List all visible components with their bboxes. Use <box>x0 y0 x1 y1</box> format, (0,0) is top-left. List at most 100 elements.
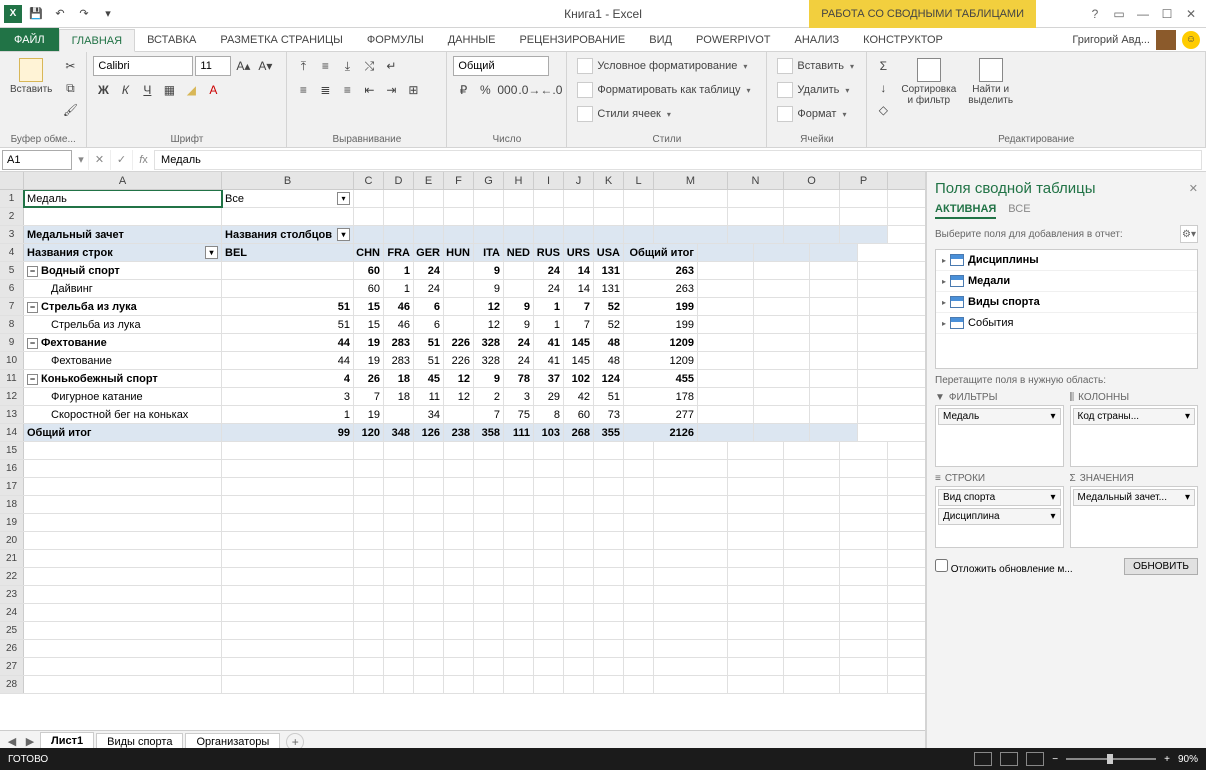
cell[interactable] <box>840 460 888 477</box>
cell[interactable] <box>414 604 444 621</box>
cell[interactable] <box>222 478 354 495</box>
cell[interactable] <box>840 568 888 585</box>
cell[interactable] <box>840 226 888 243</box>
cell[interactable] <box>414 640 444 657</box>
cell[interactable] <box>534 532 564 549</box>
cell[interactable] <box>222 514 354 531</box>
cell[interactable]: 24 <box>414 262 444 279</box>
cell[interactable] <box>594 676 624 693</box>
cell[interactable]: 1209 <box>624 352 698 369</box>
cell[interactable] <box>564 442 594 459</box>
dz-item[interactable]: Вид спорта▾ <box>938 489 1061 506</box>
row-header[interactable]: 15 <box>0 442 24 459</box>
pivot-row-item[interactable]: Фехтование <box>24 352 222 369</box>
cell[interactable]: USA <box>594 244 624 261</box>
cell[interactable]: 355 <box>594 424 624 441</box>
cell[interactable]: 263 <box>624 280 698 297</box>
cell[interactable] <box>534 514 564 531</box>
cell[interactable] <box>654 478 728 495</box>
cell[interactable] <box>564 532 594 549</box>
cell[interactable] <box>728 460 784 477</box>
cell[interactable] <box>840 622 888 639</box>
tab-review[interactable]: РЕЦЕНЗИРОВАНИЕ <box>507 28 637 51</box>
cell[interactable] <box>474 532 504 549</box>
cell[interactable]: 52 <box>594 316 624 333</box>
cell[interactable] <box>474 676 504 693</box>
cell[interactable]: 12 <box>474 298 504 315</box>
cell[interactable]: 60 <box>354 262 384 279</box>
cell[interactable]: URS <box>564 244 594 261</box>
comma-icon[interactable]: 000 <box>497 80 517 100</box>
cell[interactable] <box>414 190 444 207</box>
cell[interactable] <box>414 478 444 495</box>
cell[interactable] <box>24 514 222 531</box>
align-left-icon[interactable]: ≡ <box>293 80 313 100</box>
tab-data[interactable]: ДАННЫЕ <box>436 28 508 51</box>
cell[interactable] <box>534 622 564 639</box>
cell[interactable] <box>354 442 384 459</box>
cell[interactable] <box>784 226 840 243</box>
cell[interactable] <box>534 586 564 603</box>
cell[interactable] <box>24 442 222 459</box>
orientation-icon[interactable]: ⤭ <box>359 56 379 76</box>
increase-font-icon[interactable]: A▴ <box>233 56 253 76</box>
sheet-nav-next-icon[interactable]: ▶ <box>22 735 38 748</box>
cell[interactable] <box>624 460 654 477</box>
pivot-row-item[interactable]: Скоростной бег на коньках <box>24 406 222 423</box>
cell[interactable] <box>414 442 444 459</box>
filter-dropdown-icon[interactable]: ▾ <box>337 192 350 205</box>
cell[interactable] <box>24 460 222 477</box>
cell[interactable] <box>784 478 840 495</box>
cell[interactable] <box>414 586 444 603</box>
cell[interactable] <box>354 658 384 675</box>
cell[interactable]: 199 <box>624 298 698 315</box>
cell[interactable] <box>24 622 222 639</box>
row-header[interactable]: 4 <box>0 244 24 261</box>
conditional-formatting-button[interactable]: Условное форматирование▾ <box>573 56 751 76</box>
cell[interactable]: 3 <box>504 388 534 405</box>
dz-item[interactable]: Медальный зачет...▾ <box>1073 489 1196 506</box>
zoom-out-icon[interactable]: − <box>1052 754 1058 765</box>
cell[interactable] <box>354 190 384 207</box>
cell[interactable]: RUS <box>534 244 564 261</box>
cell[interactable] <box>840 478 888 495</box>
cell[interactable] <box>504 640 534 657</box>
pivot-row-item[interactable]: Дайвинг <box>24 280 222 297</box>
font-name-combo[interactable]: Calibri <box>93 56 193 76</box>
formula-input[interactable]: Медаль <box>154 150 1202 170</box>
cell[interactable] <box>504 604 534 621</box>
select-all-corner[interactable] <box>0 172 24 189</box>
cell[interactable] <box>384 496 414 513</box>
cell[interactable] <box>222 622 354 639</box>
cell[interactable]: ITA <box>474 244 504 261</box>
cell[interactable]: 131 <box>594 280 624 297</box>
align-right-icon[interactable]: ≡ <box>337 80 357 100</box>
cell[interactable] <box>222 460 354 477</box>
cell[interactable] <box>698 262 754 279</box>
cell[interactable] <box>594 532 624 549</box>
cell[interactable] <box>444 604 474 621</box>
cell[interactable] <box>594 442 624 459</box>
cell[interactable] <box>24 676 222 693</box>
pivot-row-item[interactable]: Стрельба из лука <box>24 316 222 333</box>
underline-button[interactable]: Ч <box>137 80 157 100</box>
cell[interactable] <box>784 460 840 477</box>
cell[interactable] <box>534 658 564 675</box>
normal-view-icon[interactable] <box>974 752 992 766</box>
cell[interactable] <box>24 478 222 495</box>
cell[interactable]: BEL <box>222 244 354 261</box>
border-icon[interactable]: ▦ <box>159 80 179 100</box>
cell[interactable] <box>784 514 840 531</box>
cell[interactable]: 24 <box>534 262 564 279</box>
cell[interactable] <box>784 532 840 549</box>
cell[interactable] <box>728 622 784 639</box>
cell[interactable] <box>384 622 414 639</box>
bold-button[interactable]: Ж <box>93 80 113 100</box>
cell[interactable] <box>24 586 222 603</box>
cell[interactable] <box>594 586 624 603</box>
row-header[interactable]: 21 <box>0 550 24 567</box>
cell[interactable] <box>754 244 810 261</box>
tab-formulas[interactable]: ФОРМУЛЫ <box>355 28 436 51</box>
cell[interactable] <box>444 262 474 279</box>
row-header[interactable]: 26 <box>0 640 24 657</box>
